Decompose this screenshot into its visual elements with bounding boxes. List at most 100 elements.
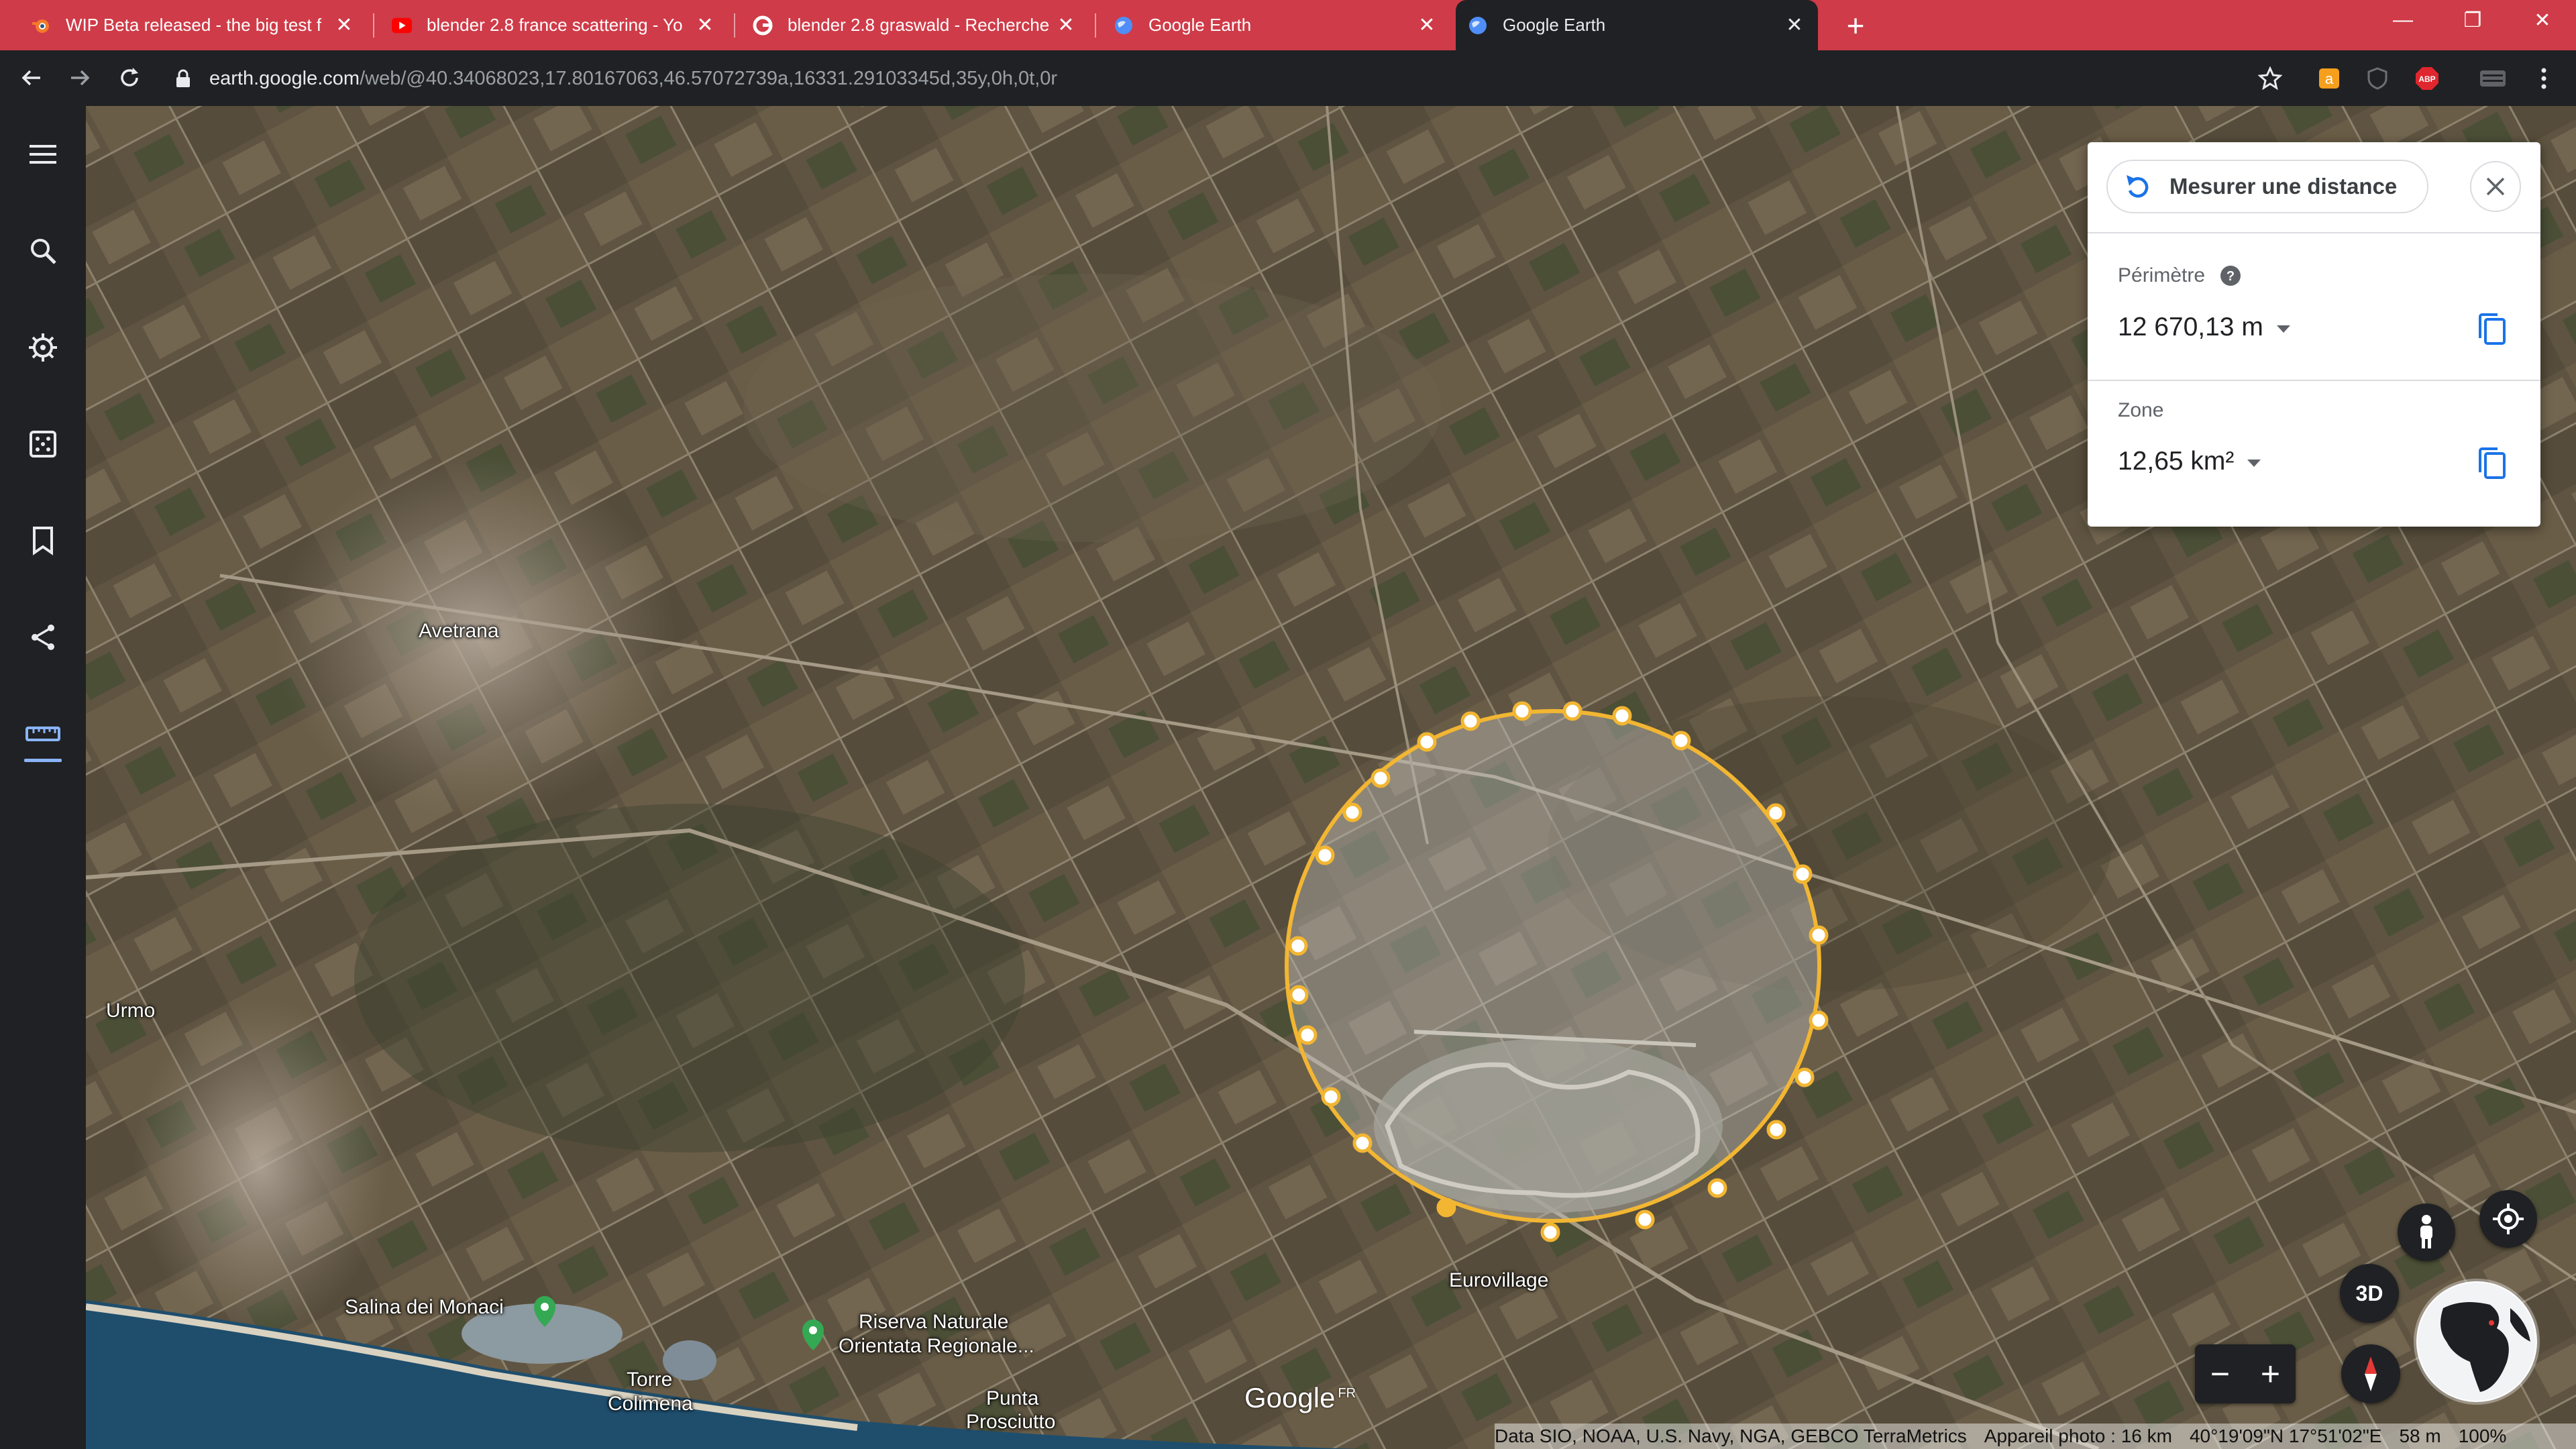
close-tab-icon[interactable]: ✕ [694, 13, 716, 37]
tab-4[interactable]: Google Earth ✕ [1102, 0, 1450, 50]
bookmark-icon[interactable] [23, 521, 63, 561]
feeling-lucky-dice-icon[interactable] [23, 424, 63, 464]
tab-5-active[interactable]: Google Earth ✕ [1456, 0, 1818, 50]
chrome-menu-icon[interactable] [2529, 64, 2559, 93]
close-tab-icon[interactable]: ✕ [1055, 13, 1077, 37]
measure-distance-label: Mesurer une distance [2169, 174, 2398, 199]
place-label[interactable]: Avetrana [419, 620, 499, 643]
place-label[interactable]: Torre [627, 1368, 672, 1391]
region-code: FR [1338, 1386, 1356, 1401]
tab-title: Google Earth [1148, 15, 1252, 35]
google-logo-text: Google [1244, 1382, 1336, 1413]
tab-separator [373, 13, 374, 38]
render-quality: 100% [2458, 1426, 2507, 1446]
dropdown-caret-icon [2247, 459, 2261, 467]
tab-strip: WIP Beta released - the big test f ✕ ble… [0, 0, 2576, 50]
close-tab-icon[interactable]: ✕ [1783, 13, 1806, 37]
place-label[interactable]: Eurovillage [1449, 1269, 1548, 1292]
browser-toolbar: earth.google.com/web/@40.34068023,17.801… [0, 50, 2576, 106]
shield-extension-icon[interactable] [2363, 64, 2392, 93]
toggle-3d-label: 3D [2355, 1281, 2383, 1305]
tab-2[interactable]: blender 2.8 france scattering - Yo ✕ [380, 0, 729, 50]
close-icon [2486, 177, 2505, 196]
adblock-extension-icon[interactable]: ABP [2412, 64, 2442, 93]
perimeter-label-row: Périmètre ? [2118, 264, 2241, 287]
crosshair-icon [2493, 1203, 2524, 1234]
area-value-dropdown[interactable]: 12,65 km² [2118, 447, 2261, 476]
earth-icon [1468, 15, 1488, 36]
minimize-button[interactable]: — [2369, 0, 2436, 40]
globe-icon [2418, 1283, 2536, 1401]
copy-icon [2479, 447, 2506, 479]
street-view-pegman-button[interactable] [2398, 1203, 2455, 1261]
place-label[interactable]: Punta [986, 1387, 1038, 1410]
url-path: /web/@40.34068023,17.80167063,46.5707273… [360, 67, 1058, 89]
place-label[interactable]: Urmo [106, 1000, 155, 1022]
measure-ruler-icon[interactable] [23, 714, 63, 762]
elevation: 58 m [2399, 1426, 2441, 1446]
copy-perimeter-button[interactable] [2470, 307, 2514, 352]
close-measure-button[interactable] [2470, 161, 2521, 212]
youtube-icon [392, 15, 412, 36]
tab-title: blender 2.8 france scattering - Yo [427, 15, 683, 35]
place-label[interactable]: Orientata Regionale... [839, 1335, 1034, 1358]
compass-button[interactable] [2341, 1344, 2400, 1403]
place-label[interactable]: Salina dei Monaci [345, 1296, 504, 1319]
compass-icon [2365, 1356, 2377, 1391]
new-tab-button[interactable]: + [1837, 7, 1874, 44]
arrow-left-icon [21, 70, 40, 86]
earth-sidebar [0, 106, 86, 1449]
tab-title: blender 2.8 graswald - Recherche [788, 15, 1050, 35]
lock-icon[interactable] [176, 69, 196, 88]
measure-panel: Mesurer une distance Périmètre ? 12 670,… [2088, 142, 2540, 527]
reload-button[interactable] [113, 61, 146, 95]
data-attribution[interactable]: Data SIO, NOAA, U.S. Navy, NGA, GEBCO Te… [1495, 1426, 1967, 1447]
restore-button[interactable]: ❐ [2439, 0, 2506, 40]
tab-title: Google Earth [1503, 15, 1606, 35]
address-bar[interactable]: earth.google.com/web/@40.34068023,17.801… [176, 58, 2299, 99]
undo-icon [2124, 171, 2155, 202]
svg-text:?: ? [2226, 269, 2235, 284]
pegman-icon [2420, 1215, 2432, 1248]
extension-menu-icon[interactable] [2478, 64, 2508, 93]
divider [2088, 380, 2540, 381]
zoom-in-button[interactable]: + [2261, 1354, 2280, 1393]
close-window-button[interactable]: ✕ [2509, 0, 2576, 40]
amazon-extension-icon[interactable]: a [2314, 64, 2344, 93]
measure-distance-button[interactable]: Mesurer une distance [2106, 160, 2428, 213]
reload-icon [121, 68, 138, 87]
close-tab-icon[interactable]: ✕ [1415, 13, 1438, 37]
perimeter-value-dropdown[interactable]: 12 670,13 m [2118, 313, 2290, 342]
search-icon[interactable] [23, 231, 63, 271]
earth-icon [1114, 15, 1134, 36]
close-tab-icon[interactable]: ✕ [333, 13, 356, 37]
tab-1[interactable]: WIP Beta released - the big test f ✕ [19, 0, 368, 50]
bookmark-star-icon[interactable] [2255, 64, 2285, 93]
zoom-out-button[interactable]: − [2210, 1354, 2230, 1393]
copy-area-button[interactable] [2470, 441, 2514, 486]
arrow-right-icon [71, 70, 90, 86]
place-label[interactable]: Colimena [608, 1393, 693, 1415]
tab-title: WIP Beta released - the big test f [66, 15, 322, 35]
area-label-row: Zone [2118, 399, 2163, 422]
place-label[interactable]: Prosciutto [966, 1411, 1055, 1434]
place-label[interactable]: Riserva Naturale [859, 1311, 1008, 1334]
zoom-controls: − + [2195, 1344, 2296, 1403]
help-icon[interactable]: ? [2220, 265, 2241, 286]
forward-button[interactable] [63, 61, 97, 95]
menu-icon[interactable] [23, 134, 63, 174]
my-location-button[interactable] [2479, 1190, 2537, 1248]
camera-altitude: Appareil photo : 16 km [1984, 1426, 2172, 1446]
area-value: 12,65 km² [2118, 447, 2235, 476]
perimeter-value: 12 670,13 m [2118, 313, 2263, 341]
blender-icon [31, 15, 51, 36]
tab-3[interactable]: blender 2.8 graswald - Recherche ✕ [741, 0, 1089, 50]
share-icon[interactable] [23, 617, 63, 657]
attribution-bar: Data SIO, NOAA, U.S. Navy, NGA, GEBCO Te… [1495, 1424, 2576, 1449]
toggle-3d-button[interactable]: 3D [2340, 1264, 2399, 1323]
voyager-icon[interactable] [23, 327, 63, 368]
globe-minimap[interactable] [2416, 1281, 2537, 1402]
google-logo: Google FR [1244, 1382, 1356, 1414]
back-button[interactable] [15, 61, 48, 95]
perimeter-label: Périmètre [2118, 264, 2206, 286]
